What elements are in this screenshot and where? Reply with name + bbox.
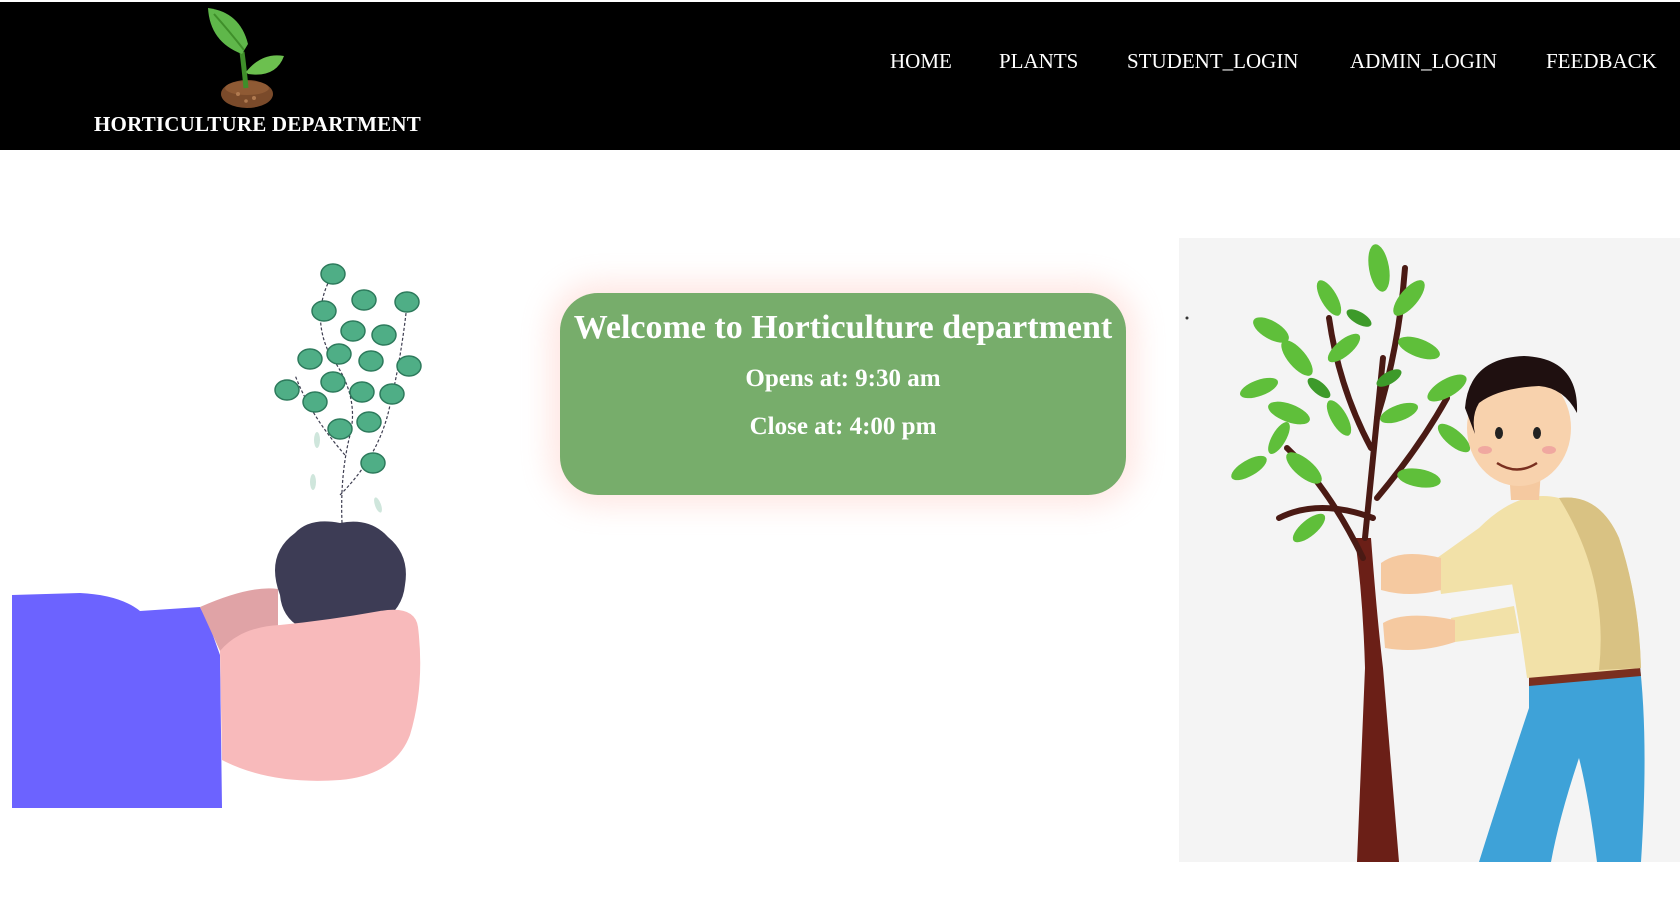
sprout-icon	[208, 8, 284, 108]
closing-time: Close at: 4:00 pm	[749, 413, 937, 440]
nav-student-login-link[interactable]: STUDENT_LOGIN	[1127, 49, 1298, 74]
nav-plants-link[interactable]: PLANTS	[999, 49, 1078, 74]
nav-home-link[interactable]: HOME	[890, 49, 952, 74]
navbar: HORTICULTURE DEPARTMENT HOME PLANTS STUD…	[0, 2, 1680, 150]
hands-holding-plant-illustration	[12, 263, 422, 808]
nav-admin-login-link[interactable]: ADMIN_LOGIN	[1350, 49, 1497, 74]
site-brand: HORTICULTURE DEPARTMENT	[94, 112, 421, 136]
welcome-card: Welcome to Horticulture department Opens…	[560, 293, 1126, 495]
nav-feedback-link[interactable]: FEEDBACK	[1546, 49, 1657, 74]
boy-planting-tree-illustration	[1179, 238, 1680, 862]
welcome-title: Welcome to Horticulture department	[573, 309, 1113, 346]
opening-time: Opens at: 9:30 am	[745, 365, 941, 392]
